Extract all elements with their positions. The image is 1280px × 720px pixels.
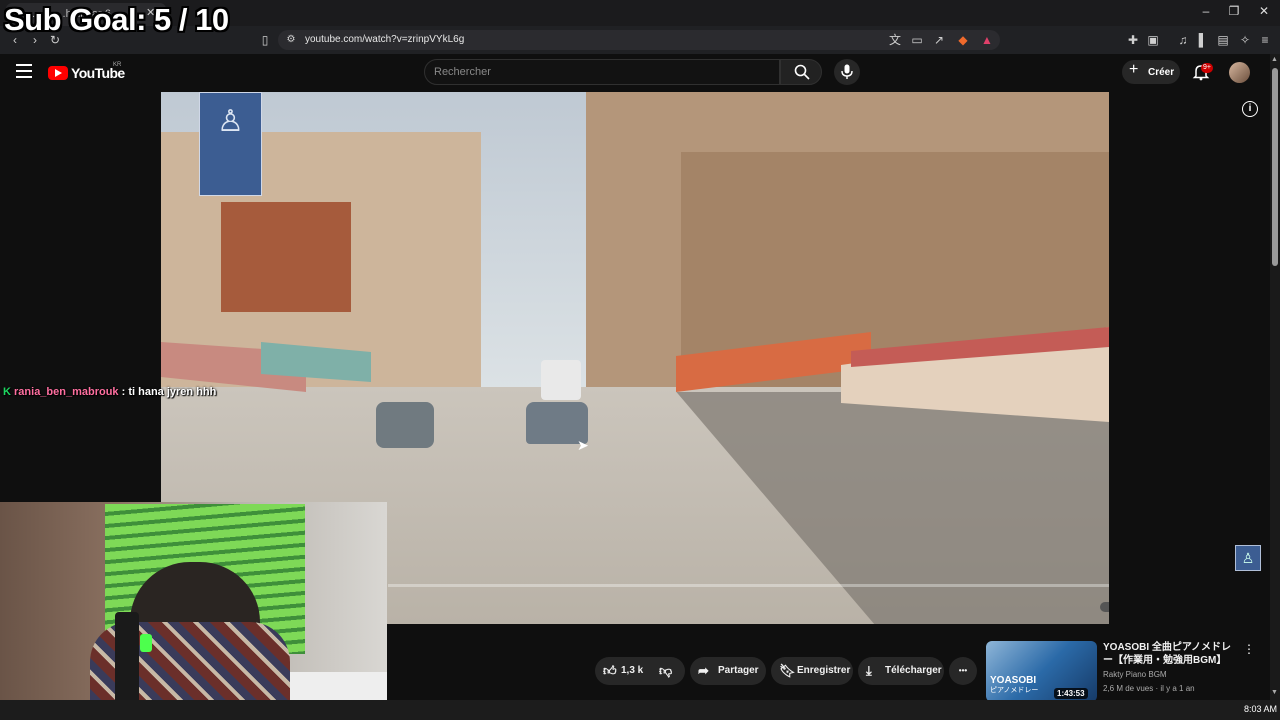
play-icon	[55, 69, 62, 77]
sub-goal-overlay: Sub Goal: 5 / 10	[4, 2, 229, 37]
video-building-brick	[221, 202, 351, 312]
os-taskbar	[0, 700, 1280, 720]
chat-badge: K	[3, 386, 11, 398]
taskbar-clock[interactable]: 8:03 AM	[1244, 704, 1277, 714]
url-text[interactable]: youtube.com/watch?v=zrinpVYkL6g	[305, 34, 464, 45]
search-icon	[794, 64, 810, 80]
brave-rewards-icon[interactable]: ▲	[980, 33, 994, 47]
webcam-overlay	[0, 502, 387, 720]
download-label: Télécharger	[885, 665, 942, 676]
avatar[interactable]	[1229, 62, 1250, 83]
restore-icon[interactable]: ❐	[1224, 4, 1244, 18]
leo-ai-icon[interactable]: ✧	[1238, 33, 1252, 47]
region-code: KR	[113, 62, 122, 68]
info-icon[interactable]: i	[1242, 101, 1258, 117]
plus-icon: +	[1129, 61, 1139, 78]
brave-shield-icon[interactable]: ◆	[956, 33, 970, 47]
site-info-icon[interactable]: ⚙	[284, 33, 298, 47]
chat-username: rania_ben_mabrouk	[14, 386, 119, 398]
search-input[interactable]: Rechercher	[434, 66, 491, 78]
music-icon[interactable]: ♫	[1176, 33, 1190, 47]
recommended-title[interactable]: YOASOBI 全曲ピアノメドレー【作業用・勉強用BGM】	[1103, 641, 1238, 667]
extensions-icon[interactable]: ✚	[1126, 33, 1140, 47]
autoplay-toggle[interactable]	[1100, 602, 1109, 612]
share-button[interactable]: ➦ Partager	[690, 657, 766, 685]
minimize-icon[interactable]: –	[1196, 4, 1216, 18]
close-window-icon[interactable]: ✕	[1254, 4, 1274, 18]
like-dislike-group: 👍︎ 1,3 k 👎︎	[595, 657, 685, 685]
translate-icon[interactable]: 文	[888, 33, 902, 47]
tab-search-icon[interactable]: ▣	[1146, 33, 1160, 47]
chat-message: K rania_ben_mabrouk : ti hana jyren hhh	[3, 386, 216, 398]
wallet-icon[interactable]: ▤	[1216, 33, 1230, 47]
share-label: Partager	[718, 665, 759, 676]
download-icon: ⤓	[866, 663, 872, 678]
recommended-meta: 2,6 M de vues · il y a 1 an	[1103, 684, 1195, 693]
voice-search-button[interactable]	[834, 59, 860, 85]
save-icon: 🔖︎	[779, 663, 796, 678]
chat-text: : ti hana jyren hhh	[118, 386, 217, 398]
like-count[interactable]: 1,3 k	[621, 657, 643, 685]
scrollbar-thumb[interactable]	[1272, 68, 1278, 266]
kebab-menu-icon[interactable]: ⋮	[1243, 642, 1255, 656]
create-label: Créer	[1148, 67, 1175, 78]
pegman-icon: ♙	[217, 105, 244, 138]
save-label: Enregistrer	[797, 665, 851, 676]
notification-badge: 9+	[1201, 63, 1213, 73]
video-van	[541, 360, 581, 400]
menu-icon[interactable]	[16, 64, 32, 78]
cast-icon[interactable]: ▭	[910, 33, 924, 47]
download-button[interactable]: ⤓ Télécharger	[858, 657, 944, 685]
sidebar-icon[interactable]: ▌	[1196, 33, 1210, 47]
webcam-mic-light	[140, 634, 152, 652]
recommended-channel[interactable]: Rakty Piano BGM	[1103, 670, 1167, 679]
thumbnail-caption: ピアノメドレー	[990, 687, 1039, 694]
mic-icon	[841, 64, 853, 79]
video-duration: 1:43:53	[1054, 688, 1088, 699]
bookmark-icon[interactable]: ▯	[258, 33, 272, 47]
progress-bar[interactable]	[388, 584, 1109, 587]
dislike-icon[interactable]: 👎︎	[659, 657, 672, 685]
share-page-icon[interactable]: ↗	[932, 33, 946, 47]
save-button[interactable]: 🔖︎ Enregistrer	[771, 657, 853, 685]
scroll-down-icon[interactable]: ▼	[1271, 689, 1278, 696]
search-button[interactable]	[780, 59, 822, 85]
like-icon[interactable]: 👍︎	[603, 657, 617, 685]
pegman-mini-icon[interactable]: ♙	[1235, 545, 1261, 571]
video-car	[376, 402, 434, 448]
webcam-microphone	[115, 612, 139, 712]
mouse-cursor-icon: ➤	[577, 437, 589, 453]
browser-menu-icon[interactable]: ≡	[1258, 33, 1272, 47]
scroll-up-icon[interactable]: ▲	[1271, 56, 1278, 63]
more-actions-button[interactable]: •••	[949, 657, 977, 685]
share-icon: ➦	[698, 663, 709, 678]
